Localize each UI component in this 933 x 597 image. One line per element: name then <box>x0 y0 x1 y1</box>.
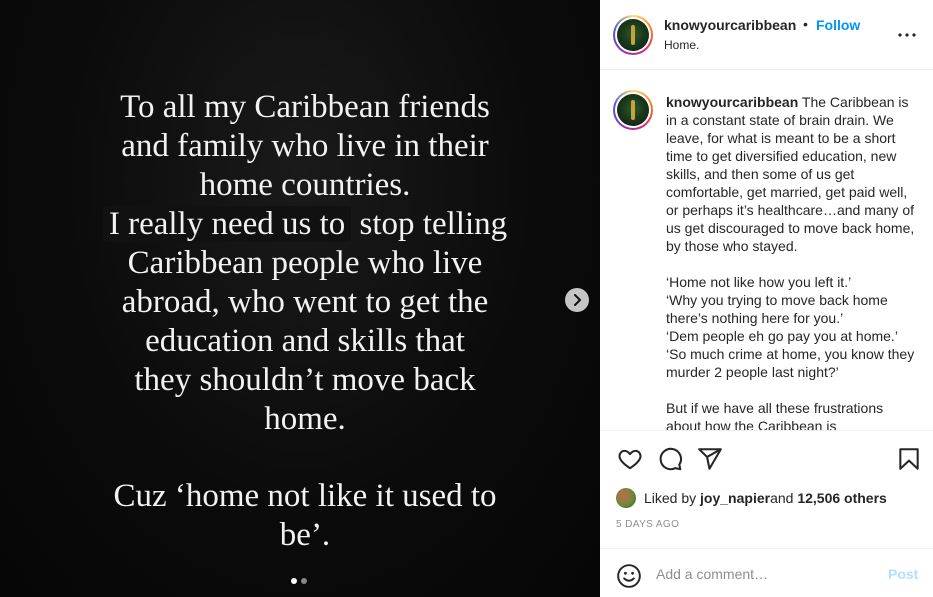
bookmark-icon <box>899 448 919 470</box>
comment-bar: Post <box>600 548 933 597</box>
liker-avatar[interactable] <box>616 488 636 508</box>
likes-and: and <box>770 490 794 506</box>
emoji-icon <box>617 564 641 588</box>
slide-line: home countries. <box>199 167 411 203</box>
slide-line: home. <box>264 401 346 437</box>
slide-dot-active <box>291 578 297 584</box>
liker-username[interactable]: joy_napier <box>700 490 770 506</box>
slide-line: they shouldn’t move back <box>134 362 476 398</box>
follow-button[interactable]: Follow <box>816 17 860 33</box>
caption-quote: ‘So much crime at home, you know they mu… <box>666 346 915 380</box>
share-button[interactable] <box>697 446 723 472</box>
slide-line: abroad, who went to get the <box>121 284 489 320</box>
avatar-image <box>617 19 649 51</box>
slide-indicator <box>291 578 307 584</box>
likes-prefix: Liked by <box>644 490 697 506</box>
slide-dot <box>301 578 307 584</box>
header-location[interactable]: Home. <box>664 38 699 52</box>
slide-text: To all my Caribbean friends and family w… <box>40 88 570 555</box>
slide-line: Caribbean people who live <box>127 245 483 281</box>
like-button[interactable] <box>617 446 643 472</box>
caption-quote: ‘Dem people eh go pay you at home.’ <box>666 328 898 344</box>
likes-count[interactable]: 12,506 others <box>797 490 887 506</box>
post-header: knowyourcaribbean • Follow Home. <box>600 0 933 70</box>
slide-line: education and skills that <box>145 323 465 359</box>
comment-input[interactable] <box>656 563 876 585</box>
caption-area[interactable]: knowyourcaribbean The Caribbean is in a … <box>600 71 933 431</box>
header-username[interactable]: knowyourcaribbean <box>664 17 796 33</box>
share-icon <box>698 448 722 470</box>
slide-gap <box>40 439 570 477</box>
action-bar <box>600 440 933 476</box>
post-comment-button[interactable]: Post <box>888 566 918 582</box>
save-button[interactable] <box>896 446 922 472</box>
caption-avatar[interactable] <box>613 90 653 130</box>
next-slide-button[interactable] <box>565 288 589 312</box>
slide-line: and family who live in their <box>121 128 489 164</box>
slide-line: be’. <box>279 517 331 553</box>
caption-quote: ‘Home not like how you left it.’ <box>666 274 852 290</box>
comment-icon <box>659 447 683 471</box>
slide-line: Cuz ‘home not like it used to <box>113 478 497 514</box>
slide-highlight-rest: stop telling <box>351 206 508 242</box>
caption-username[interactable]: knowyourcaribbean <box>666 94 798 110</box>
caption-text: knowyourcaribbean The Caribbean is in a … <box>666 93 920 431</box>
emoji-button[interactable] <box>616 563 642 589</box>
caption-paragraph: The Caribbean is in a constant state of … <box>666 94 915 254</box>
more-options-button[interactable] <box>896 24 918 46</box>
post-sidebar: knowyourcaribbean • Follow Home. knowyou… <box>600 0 933 597</box>
heart-icon <box>618 449 642 470</box>
caption-paragraph: But if we have all these frustrations ab… <box>666 400 884 431</box>
avatar[interactable] <box>613 15 653 55</box>
slide-line: To all my Caribbean friends <box>120 89 490 125</box>
comment-button[interactable] <box>657 446 683 472</box>
likes-summary: Liked by joy_napier and 12,506 others <box>616 488 887 508</box>
slide-highlight: I really need us to <box>102 206 352 242</box>
chevron-right-icon <box>574 294 581 306</box>
caption-quote: ‘Why you trying to move back home there’… <box>666 292 888 326</box>
avatar-image <box>617 94 649 126</box>
post-timestamp[interactable]: 5 DAYS AGO <box>616 519 679 530</box>
post-media[interactable]: To all my Caribbean friends and family w… <box>0 0 600 597</box>
header-separator: • <box>803 16 808 32</box>
more-icon <box>898 33 916 37</box>
slide-line: I really need us to stop telling <box>40 205 570 244</box>
